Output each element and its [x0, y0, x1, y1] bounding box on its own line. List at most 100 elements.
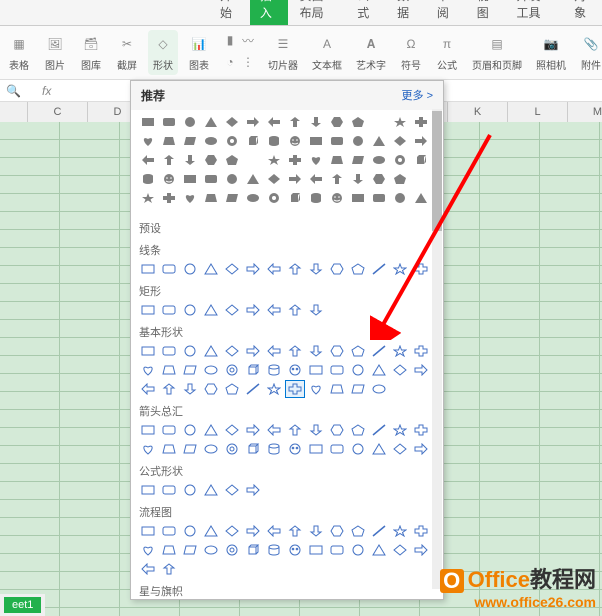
- shape-option[interactable]: [181, 362, 199, 378]
- shape-option[interactable]: [181, 261, 199, 277]
- shape-option[interactable]: [328, 171, 346, 187]
- shape-option[interactable]: [349, 171, 367, 187]
- shape-option[interactable]: [349, 542, 367, 558]
- shape-option[interactable]: [160, 381, 178, 397]
- ribbon-attach[interactable]: 📎附件: [576, 30, 602, 75]
- shape-option[interactable]: [181, 422, 199, 438]
- ribbon-shapes[interactable]: ◇形状: [148, 30, 178, 75]
- shape-option[interactable]: [139, 343, 157, 359]
- shape-option[interactable]: [307, 302, 325, 318]
- shape-option[interactable]: [391, 362, 409, 378]
- shape-option[interactable]: [391, 523, 409, 539]
- shape-option[interactable]: [223, 114, 241, 130]
- shape-option[interactable]: [181, 190, 199, 206]
- shape-option[interactable]: [160, 133, 178, 149]
- shape-option[interactable]: [349, 422, 367, 438]
- ribbon-chart-small[interactable]: ▮ 〰 ◔ ⋮: [220, 30, 258, 75]
- shape-option[interactable]: [286, 542, 304, 558]
- shape-option[interactable]: [370, 362, 388, 378]
- shape-option[interactable]: [412, 171, 430, 187]
- shape-option[interactable]: [160, 542, 178, 558]
- ribbon-image[interactable]: 🖼图片: [40, 30, 70, 75]
- shape-option[interactable]: [160, 343, 178, 359]
- shape-option[interactable]: [307, 261, 325, 277]
- ribbon-table[interactable]: ▦表格: [4, 30, 34, 75]
- shape-option[interactable]: [391, 422, 409, 438]
- shape-option[interactable]: [370, 190, 388, 206]
- shape-option[interactable]: [202, 114, 220, 130]
- shape-option[interactable]: [370, 441, 388, 457]
- pie-icon[interactable]: ◔: [222, 54, 238, 70]
- shape-option[interactable]: [244, 261, 262, 277]
- shape-option[interactable]: [202, 171, 220, 187]
- shape-option[interactable]: [349, 523, 367, 539]
- shape-option[interactable]: [139, 302, 157, 318]
- shape-option[interactable]: [244, 343, 262, 359]
- shape-option[interactable]: [412, 362, 430, 378]
- tab-data[interactable]: 数据: [387, 0, 425, 25]
- shape-option[interactable]: [202, 133, 220, 149]
- ribbon-slicer[interactable]: ☰切片器: [264, 30, 302, 75]
- shape-option[interactable]: [412, 441, 430, 457]
- shape-option[interactable]: [412, 261, 430, 277]
- shape-option[interactable]: [223, 343, 241, 359]
- shape-option[interactable]: [202, 190, 220, 206]
- shape-option[interactable]: [160, 114, 178, 130]
- shape-option[interactable]: [286, 261, 304, 277]
- shape-option[interactable]: [181, 542, 199, 558]
- search-icon[interactable]: 🔍: [6, 84, 34, 98]
- shape-option[interactable]: [370, 422, 388, 438]
- shape-option[interactable]: [181, 302, 199, 318]
- shape-option[interactable]: [328, 343, 346, 359]
- shape-option[interactable]: [307, 542, 325, 558]
- shape-option[interactable]: [391, 343, 409, 359]
- shape-option[interactable]: [181, 343, 199, 359]
- shape-option[interactable]: [412, 114, 430, 130]
- shape-option[interactable]: [412, 422, 430, 438]
- shape-option[interactable]: [349, 441, 367, 457]
- scatter-icon[interactable]: ⋮: [240, 54, 256, 70]
- shape-option[interactable]: [286, 114, 304, 130]
- shape-option[interactable]: [370, 523, 388, 539]
- shape-option[interactable]: [307, 343, 325, 359]
- col-m[interactable]: M: [568, 102, 602, 122]
- shape-option[interactable]: [328, 441, 346, 457]
- shape-option[interactable]: [370, 343, 388, 359]
- shape-option[interactable]: [223, 171, 241, 187]
- shape-option[interactable]: [223, 302, 241, 318]
- shape-option[interactable]: [223, 523, 241, 539]
- shape-option[interactable]: [202, 422, 220, 438]
- shape-option[interactable]: [202, 362, 220, 378]
- shape-option[interactable]: [391, 441, 409, 457]
- shape-option[interactable]: [202, 523, 220, 539]
- col-l[interactable]: L: [508, 102, 568, 122]
- shape-option[interactable]: [349, 190, 367, 206]
- shape-option[interactable]: [139, 190, 157, 206]
- shape-option[interactable]: [202, 152, 220, 168]
- shape-option[interactable]: [160, 482, 178, 498]
- tab-dev[interactable]: 开发工具: [507, 0, 563, 25]
- col-k[interactable]: K: [448, 102, 508, 122]
- shape-option[interactable]: [391, 152, 409, 168]
- shape-option[interactable]: [244, 152, 262, 168]
- ribbon-formula[interactable]: π公式: [432, 30, 462, 75]
- shape-option[interactable]: [307, 114, 325, 130]
- shape-option[interactable]: [286, 190, 304, 206]
- shape-option[interactable]: [412, 190, 430, 206]
- shape-option[interactable]: [181, 152, 199, 168]
- tab-layout[interactable]: 页面布局: [290, 0, 346, 25]
- shape-option[interactable]: [139, 171, 157, 187]
- shape-option[interactable]: [160, 171, 178, 187]
- shape-option[interactable]: [139, 261, 157, 277]
- shape-option[interactable]: [328, 190, 346, 206]
- shape-option[interactable]: [391, 133, 409, 149]
- shape-option[interactable]: [286, 152, 304, 168]
- dropdown-more-link[interactable]: 更多 >: [402, 87, 433, 104]
- shape-option[interactable]: [328, 152, 346, 168]
- col-corner[interactable]: [0, 102, 28, 122]
- shape-option[interactable]: [139, 133, 157, 149]
- bar-icon[interactable]: ▮: [222, 32, 238, 48]
- shape-option[interactable]: [265, 422, 283, 438]
- shape-option[interactable]: [328, 362, 346, 378]
- shape-option[interactable]: [265, 171, 283, 187]
